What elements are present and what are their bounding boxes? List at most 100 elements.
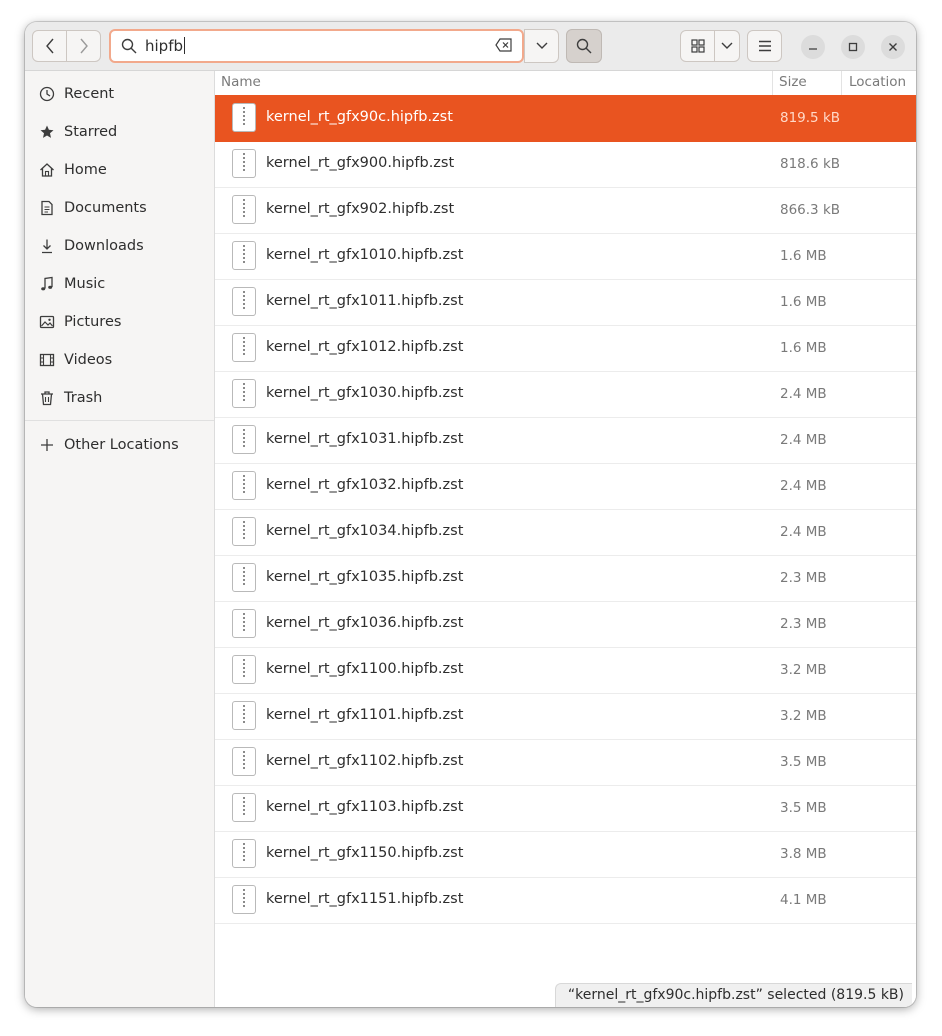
file-name: kernel_rt_gfx1032.hipfb.zst <box>266 477 464 493</box>
minimize-icon <box>809 48 817 50</box>
grid-view-button[interactable] <box>680 30 715 62</box>
maximize-button[interactable] <box>841 35 865 59</box>
file-size: 2.4 MB <box>780 432 827 448</box>
close-button[interactable] <box>881 35 905 59</box>
file-size: 3.8 MB <box>780 846 827 862</box>
file-row[interactable]: kernel_rt_gfx1032.hipfb.zst 2.4 MB <box>215 463 916 510</box>
search-input[interactable]: hipfb <box>109 29 524 63</box>
search-toggle-button[interactable] <box>566 29 602 63</box>
sidebar-divider <box>25 420 214 421</box>
file-size: 819.5 kB <box>780 110 841 126</box>
archive-file-icon <box>232 425 256 454</box>
sidebar-item-documents[interactable]: Documents <box>25 189 214 227</box>
archive-file-icon <box>232 609 256 638</box>
archive-file-icon <box>232 103 256 132</box>
video-icon <box>39 353 55 367</box>
sidebar: Recent Starred Home Documents Downloads … <box>25 71 215 1007</box>
download-icon <box>42 239 52 254</box>
file-list-view: Name Size Location kernel_rt_gfx90c.hipf… <box>215 71 916 1007</box>
file-row[interactable]: kernel_rt_gfx1034.hipfb.zst 2.4 MB <box>215 509 916 556</box>
sidebar-item-videos[interactable]: Videos <box>25 341 214 379</box>
forward-button[interactable] <box>66 30 101 62</box>
file-name: kernel_rt_gfx90c.hipfb.zst <box>266 109 453 125</box>
search-query[interactable]: hipfb <box>145 37 185 55</box>
file-row[interactable]: kernel_rt_gfx1035.hipfb.zst 2.3 MB <box>215 555 916 602</box>
file-row[interactable]: kernel_rt_gfx1036.hipfb.zst 2.3 MB <box>215 601 916 648</box>
file-size: 2.4 MB <box>780 478 827 494</box>
sidebar-item-other-locations[interactable]: Other Locations <box>25 426 214 464</box>
file-row[interactable]: kernel_rt_gfx1012.hipfb.zst 1.6 MB <box>215 325 916 372</box>
file-row[interactable]: kernel_rt_gfx90c.hipfb.zst 819.5 kB <box>215 95 916 142</box>
hamburger-icon <box>758 40 771 52</box>
file-row[interactable]: kernel_rt_gfx1150.hipfb.zst 3.8 MB <box>215 831 916 878</box>
sidebar-item-recent[interactable]: Recent <box>25 75 214 113</box>
sidebar-item-label: Trash <box>64 390 103 406</box>
column-header-size[interactable]: Size <box>779 74 807 90</box>
file-row[interactable]: kernel_rt_gfx1030.hipfb.zst 2.4 MB <box>215 371 916 418</box>
chevron-left-icon <box>45 38 54 54</box>
file-manager-window: hipfb Recent Starred Home Documents Down… <box>25 22 916 1007</box>
sidebar-item-downloads[interactable]: Downloads <box>25 227 214 265</box>
sidebar-item-trash[interactable]: Trash <box>25 379 214 417</box>
file-size: 2.3 MB <box>780 570 827 586</box>
sidebar-item-label: Videos <box>64 352 113 368</box>
clear-search-icon[interactable] <box>495 38 513 52</box>
minimize-button[interactable] <box>801 35 825 59</box>
file-name: kernel_rt_gfx1150.hipfb.zst <box>266 845 464 861</box>
file-size: 866.3 kB <box>780 202 841 218</box>
sidebar-item-music[interactable]: Music <box>25 265 214 303</box>
file-size: 2.3 MB <box>780 616 827 632</box>
column-header-name[interactable]: Name <box>221 74 261 90</box>
file-row[interactable]: kernel_rt_gfx900.hipfb.zst 818.6 kB <box>215 141 916 188</box>
main-menu-button[interactable] <box>747 30 782 62</box>
file-size: 1.6 MB <box>780 248 827 264</box>
search-options-button[interactable] <box>524 29 559 63</box>
close-icon <box>889 43 897 51</box>
status-bar: “kernel_rt_gfx90c.hipfb.zst” selected (8… <box>554 983 912 1007</box>
file-row[interactable]: kernel_rt_gfx1151.hipfb.zst 4.1 MB <box>215 877 916 924</box>
file-name: kernel_rt_gfx1035.hipfb.zst <box>266 569 464 585</box>
file-size: 4.1 MB <box>780 892 827 908</box>
sidebar-item-pictures[interactable]: Pictures <box>25 303 214 341</box>
file-row[interactable]: kernel_rt_gfx1101.hipfb.zst 3.2 MB <box>215 693 916 740</box>
file-row[interactable]: kernel_rt_gfx1102.hipfb.zst 3.5 MB <box>215 739 916 786</box>
column-divider <box>772 71 773 95</box>
archive-file-icon <box>232 701 256 730</box>
file-name: kernel_rt_gfx1030.hipfb.zst <box>266 385 464 401</box>
sidebar-item-home[interactable]: Home <box>25 151 214 189</box>
maximize-icon <box>848 42 858 52</box>
column-header-location[interactable]: Location <box>849 74 906 90</box>
archive-file-icon <box>232 747 256 776</box>
archive-file-icon <box>232 563 256 592</box>
document-icon <box>41 200 53 216</box>
file-row[interactable]: kernel_rt_gfx902.hipfb.zst 866.3 kB <box>215 187 916 234</box>
file-name: kernel_rt_gfx1012.hipfb.zst <box>266 339 464 355</box>
back-button[interactable] <box>32 30 67 62</box>
file-row[interactable]: kernel_rt_gfx1103.hipfb.zst 3.5 MB <box>215 785 916 832</box>
file-name: kernel_rt_gfx900.hipfb.zst <box>266 155 455 171</box>
sidebar-item-label: Home <box>64 162 107 178</box>
file-name: kernel_rt_gfx1151.hipfb.zst <box>266 891 464 907</box>
home-icon <box>40 163 54 177</box>
sidebar-item-starred[interactable]: Starred <box>25 113 214 151</box>
file-row[interactable]: kernel_rt_gfx1010.hipfb.zst 1.6 MB <box>215 233 916 280</box>
view-options-button[interactable] <box>714 30 740 62</box>
sidebar-item-label: Pictures <box>64 314 122 330</box>
sidebar-item-label: Documents <box>64 200 147 216</box>
file-row[interactable]: kernel_rt_gfx1031.hipfb.zst 2.4 MB <box>215 417 916 464</box>
file-size: 3.5 MB <box>780 800 827 816</box>
file-row[interactable]: kernel_rt_gfx1100.hipfb.zst 3.2 MB <box>215 647 916 694</box>
archive-file-icon <box>232 839 256 868</box>
archive-file-icon <box>232 793 256 822</box>
chevron-down-icon <box>721 42 733 49</box>
chevron-right-icon <box>79 38 88 54</box>
archive-file-icon <box>232 471 256 500</box>
sidebar-item-label: Recent <box>64 86 115 102</box>
file-name: kernel_rt_gfx1101.hipfb.zst <box>266 707 464 723</box>
archive-file-icon <box>232 149 256 178</box>
sidebar-item-label: Other Locations <box>64 437 179 453</box>
music-icon <box>41 276 53 291</box>
column-header: Name Size Location <box>215 71 916 96</box>
file-row[interactable]: kernel_rt_gfx1011.hipfb.zst 1.6 MB <box>215 279 916 326</box>
file-name: kernel_rt_gfx1102.hipfb.zst <box>266 753 464 769</box>
